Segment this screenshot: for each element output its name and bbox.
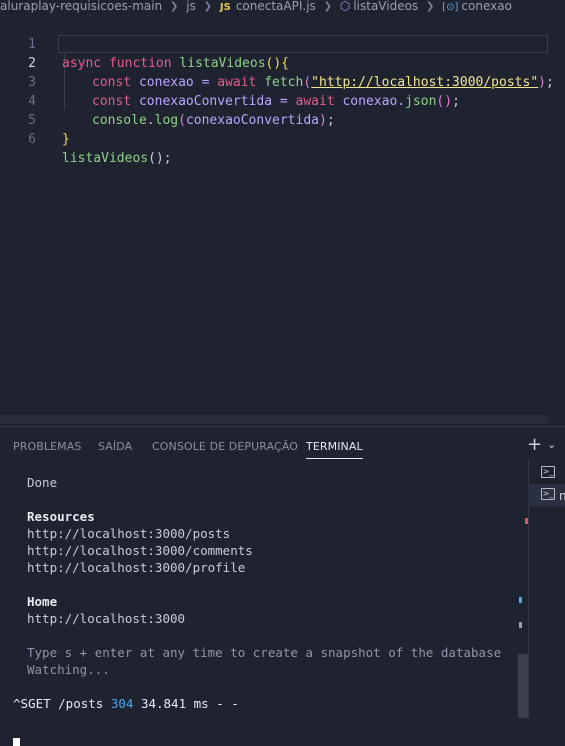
breadcrumb-variable[interactable]: [⊙] conexao	[442, 0, 512, 14]
scroll-marker	[519, 622, 522, 628]
chevron-right-icon: ❯	[426, 1, 435, 12]
line-number: 6	[28, 132, 36, 147]
code-line[interactable]: 1 async function listaVideos(){	[0, 16, 565, 71]
breadcrumb-file[interactable]: JS conectaAPI.js	[220, 0, 316, 14]
terminal-hint: Type s + enter at any time to create a s…	[27, 645, 502, 660]
code-line[interactable]: 6 listaVideos();	[0, 111, 565, 166]
bottom-panel: PROBLEMAS SAÍDA CONSOLE DE DEPURAÇÃO TER…	[0, 426, 565, 746]
terminal-icon[interactable]: >_	[541, 466, 555, 478]
terminal-cursor	[13, 738, 20, 746]
terminal-line: Done	[27, 475, 58, 490]
terminal-list-label[interactable]: n	[559, 489, 565, 503]
code-line[interactable]: 3 const conexaoConvertida = await conexa…	[0, 54, 565, 109]
breadcrumb: aluraplay-requisicoes-main ❯ js ❯ JS cone…	[0, 0, 565, 14]
chevron-right-icon: ❯	[170, 1, 179, 12]
tab-terminal[interactable]: TERMINAL	[306, 440, 363, 459]
chevron-down-icon[interactable]: ⌄	[547, 437, 556, 453]
code-line[interactable]: 4 console.log(conexaoConvertida);	[0, 73, 565, 128]
breadcrumb-function[interactable]: ⬡ listaVideos	[340, 0, 418, 13]
new-terminal-button[interactable]: +	[527, 435, 542, 455]
tab-console-depuracao[interactable]: CONSOLE DE DEPURAÇÃO	[152, 440, 298, 454]
code-line[interactable]: 2 const conexao = await fetch("http://lo…	[0, 35, 565, 90]
terminal-resource-link[interactable]: http://localhost:3000/profile	[27, 559, 245, 576]
editor-horizontal-scrollbar[interactable]	[0, 415, 548, 424]
chevron-right-icon: ❯	[203, 1, 213, 12]
variable-icon: [⊙]	[442, 2, 459, 13]
terminal-request-log: ^SGET /posts 304 34.841 ms - -	[13, 696, 239, 711]
terminal-icon[interactable]: >_	[541, 488, 555, 500]
code-line[interactable]: 5 }	[0, 92, 565, 147]
cube-icon: ⬡	[339, 0, 351, 13]
status-code: 304	[110, 696, 134, 711]
terminal-heading-resources: Resources	[27, 509, 95, 524]
tab-saida[interactable]: SAÍDA	[98, 440, 132, 454]
tab-problemas[interactable]: PROBLEMAS	[13, 440, 81, 454]
terminal-heading-home: Home	[27, 594, 58, 609]
terminal-scrollbar[interactable]	[518, 654, 528, 718]
terminal-watching: Watching...	[27, 662, 110, 677]
terminal-home-link[interactable]: http://localhost:3000	[27, 610, 185, 627]
code-editor[interactable]: 1 async function listaVideos(){ 2 const …	[0, 15, 565, 425]
terminal-resource-link[interactable]: http://localhost:3000/posts	[27, 525, 230, 542]
js-file-icon: JS	[219, 2, 231, 13]
breadcrumb-folder-root[interactable]: aluraplay-requisicoes-main	[0, 0, 162, 13]
scroll-marker	[519, 597, 522, 603]
chevron-right-icon: ❯	[323, 1, 332, 12]
panel-tabs: PROBLEMAS SAÍDA CONSOLE DE DEPURAÇÃO TER…	[0, 427, 565, 465]
terminal-output[interactable]: Done Resources http://localhost:3000/pos…	[0, 465, 520, 746]
terminal-resource-link[interactable]: http://localhost:3000/comments	[27, 542, 253, 559]
breadcrumb-folder-js[interactable]: js	[186, 0, 196, 13]
